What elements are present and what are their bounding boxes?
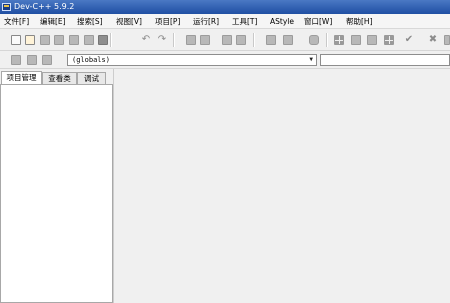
menu-bar: 文件[F] 编辑[E] 搜索[S] 视图[V] 项目[P] 运行[R] 工具[T…: [0, 14, 450, 29]
menu-file[interactable]: 文件[F]: [4, 16, 29, 27]
app-icon: [2, 3, 11, 11]
menu-view[interactable]: 视图[V]: [116, 16, 142, 27]
menu-project[interactable]: 项目[P]: [155, 16, 180, 27]
open-file-icon[interactable]: [25, 35, 35, 45]
class-toolbar: (globals) ▼: [0, 51, 450, 69]
close-file-icon[interactable]: [69, 35, 79, 45]
project-panel: 项目管理 查看类 调试: [0, 69, 113, 303]
main-toolbar: ↶ ↷ ✔ ✖: [0, 29, 450, 51]
panel-tabs: 项目管理 查看类 调试: [0, 71, 113, 84]
compile-icon[interactable]: [334, 35, 344, 45]
menu-help[interactable]: 帮助[H]: [346, 16, 373, 27]
find-next-icon[interactable]: [222, 35, 232, 45]
editor-area[interactable]: [113, 69, 450, 303]
menu-run[interactable]: 运行[R]: [193, 16, 219, 27]
window-title: Dev-C++ 5.9.2: [14, 2, 75, 11]
toolbar-separator: [253, 33, 255, 47]
print-icon[interactable]: [98, 35, 108, 45]
menu-window[interactable]: 窗口[W]: [304, 16, 332, 27]
class-combo-value: (globals): [72, 56, 110, 64]
function-combo[interactable]: [320, 54, 450, 66]
new-file-icon[interactable]: [11, 35, 21, 45]
redo-icon[interactable]: ↷: [156, 34, 168, 46]
save-all-icon[interactable]: [54, 35, 64, 45]
toolbar-separator: [326, 33, 328, 47]
insert-icon[interactable]: [11, 55, 21, 65]
menu-tools[interactable]: 工具[T]: [232, 16, 257, 27]
goto-bookmark-icon[interactable]: [42, 55, 52, 65]
goto-line-icon[interactable]: [236, 35, 246, 45]
bookmark-icon[interactable]: [27, 55, 37, 65]
save-icon[interactable]: [40, 35, 50, 45]
undo-icon[interactable]: ↶: [140, 34, 152, 46]
chevron-down-icon: ▼: [309, 56, 313, 63]
more-tools-icon[interactable]: [444, 35, 450, 45]
tab-debug[interactable]: 调试: [77, 72, 106, 84]
close-icon[interactable]: ✖: [427, 34, 439, 46]
close-all-icon[interactable]: [84, 35, 94, 45]
rebuild-icon[interactable]: [384, 35, 394, 45]
toolbar-separator: [173, 33, 175, 47]
tab-project[interactable]: 项目管理: [1, 71, 42, 84]
class-combo[interactable]: (globals) ▼: [67, 54, 317, 66]
menu-search[interactable]: 搜索[S]: [77, 16, 103, 27]
indent-icon[interactable]: [266, 35, 276, 45]
toolbar-separator: [110, 33, 112, 47]
menu-astyle[interactable]: AStyle: [270, 16, 294, 27]
find-icon[interactable]: [186, 35, 196, 45]
unindent-icon[interactable]: [283, 35, 293, 45]
run-icon[interactable]: [351, 35, 361, 45]
check-icon[interactable]: ✔: [403, 34, 415, 46]
tab-classes[interactable]: 查看类: [42, 72, 77, 84]
toggle-comment-icon[interactable]: [309, 35, 319, 45]
title-bar: Dev-C++ 5.9.2: [0, 0, 450, 14]
project-tree[interactable]: [0, 84, 113, 303]
compile-run-icon[interactable]: [367, 35, 377, 45]
menu-edit[interactable]: 编辑[E]: [40, 16, 66, 27]
replace-icon[interactable]: [200, 35, 210, 45]
